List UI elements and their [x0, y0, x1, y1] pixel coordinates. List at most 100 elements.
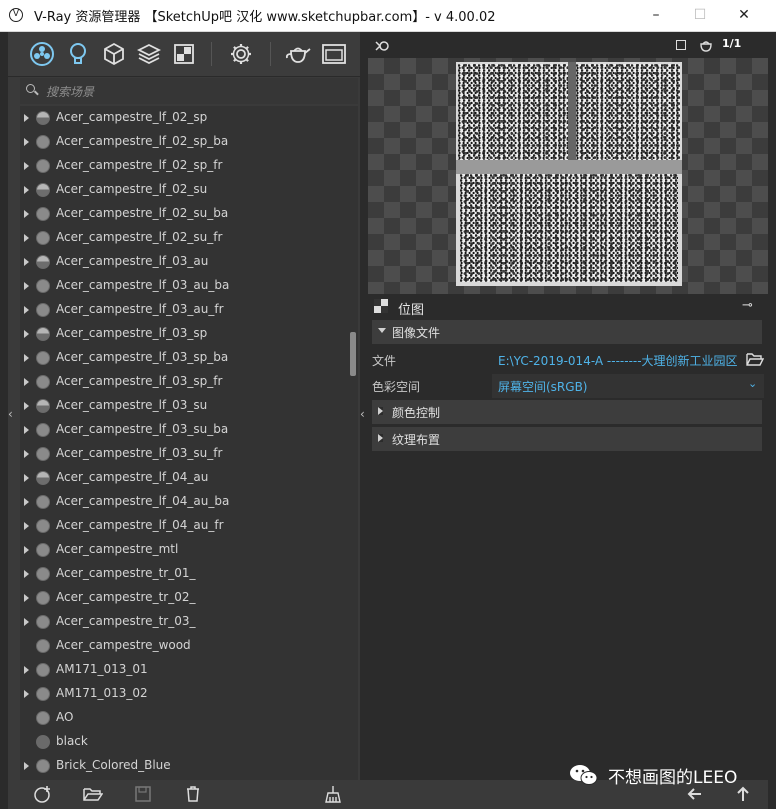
- expand-arrow-icon[interactable]: [24, 234, 29, 242]
- list-item[interactable]: Acer_campestre_lf_03_sp: [20, 322, 358, 346]
- list-item[interactable]: Acer_campestre_lf_03_su: [20, 394, 358, 418]
- list-item[interactable]: Acer_campestre_lf_02_sp_ba: [20, 130, 358, 154]
- preview-shape-icon[interactable]: [676, 40, 686, 50]
- expand-arrow-icon[interactable]: [24, 210, 29, 218]
- expand-arrow-icon[interactable]: [24, 474, 29, 482]
- save-icon[interactable]: [132, 784, 154, 804]
- list-item[interactable]: Acer_campestre_lf_04_au_fr: [20, 514, 358, 538]
- settings-icon[interactable]: [227, 40, 255, 68]
- texture-preview: [368, 58, 768, 320]
- expand-arrow-icon[interactable]: [24, 546, 29, 554]
- list-item[interactable]: Acer_campestre_lf_03_su_fr: [20, 442, 358, 466]
- preview-page-indicator[interactable]: 1/1: [722, 37, 741, 50]
- material-name: Acer_campestre_lf_03_au_fr: [56, 302, 224, 316]
- list-item[interactable]: Acer_campestre_lf_04_au_ba: [20, 490, 358, 514]
- render-teapot-icon[interactable]: [284, 40, 312, 68]
- list-item[interactable]: Acer_campestre_mtl: [20, 538, 358, 562]
- list-item[interactable]: AO: [20, 706, 358, 730]
- list-item[interactable]: Brick_Colored_Blue: [20, 754, 358, 778]
- colorspace-select[interactable]: 屏幕空间(sRGB) ⌄: [492, 374, 764, 398]
- collapsed-arrow-icon: [378, 434, 383, 442]
- close-button[interactable]: ✕: [722, 4, 766, 26]
- file-path-field[interactable]: E:\YC-2019-014-A --------大理创新工业园区...: [498, 352, 738, 369]
- expand-arrow-icon[interactable]: [24, 450, 29, 458]
- expand-arrow-icon[interactable]: [24, 762, 29, 770]
- material-preview-icon: [36, 735, 50, 749]
- list-item[interactable]: Acer_campestre_tr_01_: [20, 562, 358, 586]
- list-item[interactable]: Acer_campestre_lf_02_su: [20, 178, 358, 202]
- list-item[interactable]: Acer_campestre_lf_02_su_fr: [20, 226, 358, 250]
- expand-arrow-icon[interactable]: [24, 426, 29, 434]
- expand-arrow-icon[interactable]: [24, 666, 29, 674]
- list-item[interactable]: Acer_campestre_lf_04_au: [20, 466, 358, 490]
- expand-arrow-icon[interactable]: [24, 402, 29, 410]
- search-input[interactable]: [44, 81, 348, 103]
- minimize-button[interactable]: –: [634, 4, 678, 26]
- pin-icon[interactable]: ⊸: [742, 298, 753, 313]
- materials-icon[interactable]: [28, 40, 56, 68]
- lights-icon[interactable]: [64, 40, 92, 68]
- panel-splitter[interactable]: ‹: [360, 32, 368, 780]
- expand-arrow-icon[interactable]: [24, 186, 29, 194]
- section-texture-placement[interactable]: 纹理布置: [372, 427, 762, 451]
- material-name: Acer_campestre_lf_03_au_ba: [56, 278, 230, 292]
- expand-arrow-icon[interactable]: [24, 522, 29, 530]
- preview-lock-icon[interactable]: [374, 38, 390, 52]
- scrollbar-thumb[interactable]: [350, 332, 356, 376]
- vray-logo-icon: V: [9, 8, 23, 22]
- open-folder-icon[interactable]: [82, 784, 104, 804]
- expand-arrow-icon[interactable]: [24, 570, 29, 578]
- expand-arrow-icon[interactable]: [24, 378, 29, 386]
- frame-buffer-icon[interactable]: [320, 40, 348, 68]
- list-item[interactable]: Acer_campestre_lf_02_su_ba: [20, 202, 358, 226]
- list-item[interactable]: Acer_campestre_tr_03_: [20, 610, 358, 634]
- material-preview-icon: [36, 111, 50, 125]
- expand-arrow-icon[interactable]: [24, 162, 29, 170]
- layers-icon[interactable]: [135, 40, 163, 68]
- textures-icon[interactable]: [170, 40, 198, 68]
- expand-arrow-icon[interactable]: [24, 114, 29, 122]
- bitmap-preview-image: [456, 62, 682, 286]
- add-asset-icon[interactable]: [32, 784, 54, 804]
- list-item[interactable]: AM171_013_01: [20, 658, 358, 682]
- list-item[interactable]: Acer_campestre_lf_03_sp_ba: [20, 346, 358, 370]
- purge-broom-icon[interactable]: [322, 784, 344, 804]
- expand-arrow-icon[interactable]: [24, 618, 29, 626]
- expand-arrow-icon[interactable]: [24, 330, 29, 338]
- expand-arrow-icon[interactable]: [24, 498, 29, 506]
- section-image-file[interactable]: 图像文件: [372, 320, 762, 344]
- expand-arrow-icon[interactable]: [24, 354, 29, 362]
- geometry-icon[interactable]: [100, 40, 128, 68]
- folder-open-icon[interactable]: [746, 351, 765, 371]
- list-item[interactable]: Acer_campestre_lf_03_au: [20, 250, 358, 274]
- material-name: AM171_013_01: [56, 662, 148, 676]
- list-item[interactable]: Acer_campestre_lf_03_su_ba: [20, 418, 358, 442]
- section-label: 纹理布置: [392, 433, 441, 447]
- expand-arrow-icon[interactable]: [24, 138, 29, 146]
- preview-teapot-icon[interactable]: [698, 38, 714, 52]
- expand-arrow-icon[interactable]: [24, 282, 29, 290]
- expand-arrow-icon[interactable]: [24, 306, 29, 314]
- list-item[interactable]: Acer_campestre_lf_03_sp_fr: [20, 370, 358, 394]
- maximize-button[interactable]: ☐: [678, 4, 722, 26]
- list-item[interactable]: Acer_campestre_lf_02_sp: [20, 106, 358, 130]
- delete-icon[interactable]: [182, 784, 204, 804]
- collapse-panel-icon[interactable]: ‹: [360, 407, 365, 421]
- expand-arrow-icon[interactable]: [24, 690, 29, 698]
- list-item[interactable]: black: [20, 730, 358, 754]
- material-name: Acer_campestre_lf_02_sp: [56, 110, 208, 124]
- collapse-left-icon[interactable]: ‹: [8, 407, 16, 421]
- list-item[interactable]: Acer_campestre_lf_03_au_ba: [20, 274, 358, 298]
- list-item[interactable]: Acer_campestre_lf_03_au_fr: [20, 298, 358, 322]
- material-name: AM171_013_02: [56, 686, 148, 700]
- section-color-control[interactable]: 颜色控制: [372, 400, 762, 424]
- expand-arrow-icon[interactable]: [24, 594, 29, 602]
- list-item[interactable]: AM171_013_02: [20, 682, 358, 706]
- expand-arrow-icon[interactable]: [24, 258, 29, 266]
- material-name: Brick_Colored_Blue: [56, 758, 171, 772]
- list-item[interactable]: Acer_campestre_wood: [20, 634, 358, 658]
- material-preview-icon: [36, 687, 50, 701]
- list-item[interactable]: Acer_campestre_lf_02_sp_fr: [20, 154, 358, 178]
- list-item[interactable]: Acer_campestre_tr_02_: [20, 586, 358, 610]
- material-name: Acer_campestre_wood: [56, 638, 191, 652]
